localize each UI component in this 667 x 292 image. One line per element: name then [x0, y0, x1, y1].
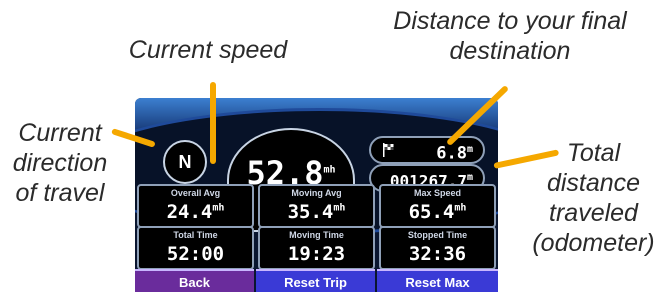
callout-odometer-line4: (odometer) — [532, 229, 655, 257]
back-button[interactable]: Back — [135, 269, 254, 292]
moving-avg-readout: 35.4mh — [260, 201, 373, 223]
moving-time-field: Moving Time 19:23 — [258, 226, 375, 270]
stopped-time-value: 32:36 — [408, 243, 467, 265]
max-speed-value: 65.4 — [408, 201, 455, 223]
max-speed-field: Max Speed 65.4mh — [379, 184, 496, 228]
moving-avg-field: Moving Avg 35.4mh — [258, 184, 375, 228]
overall-avg-unit: mh — [212, 202, 225, 214]
moving-time-value: 19:23 — [287, 243, 346, 265]
overall-avg-label: Overall Avg — [170, 188, 221, 198]
overall-avg-readout: 24.4mh — [139, 201, 252, 223]
callout-direction-line1: Current — [18, 119, 102, 147]
stopped-time-label: Stopped Time — [407, 230, 468, 240]
callout-destination-line1: Distance to your final — [393, 7, 627, 35]
moving-avg-label: Moving Avg — [291, 188, 342, 198]
max-speed-unit: mh — [454, 202, 467, 214]
destination-distance-value: 6.8 — [436, 143, 467, 164]
callout-odometer-line3: traveled — [549, 199, 638, 227]
stopped-time-field: Stopped Time 32:36 — [379, 226, 496, 270]
direction-compass: N — [163, 140, 207, 184]
max-speed-readout: 65.4mh — [381, 201, 494, 223]
callout-direction-line3: of travel — [15, 179, 105, 207]
reset-trip-button[interactable]: Reset Trip — [256, 269, 375, 292]
direction-value: N — [178, 152, 192, 172]
callout-odometer-line2: distance — [546, 169, 641, 197]
destination-readout: 6.8m — [436, 138, 473, 166]
callout-destination: Distance to your final destination — [360, 6, 660, 66]
callout-current-speed: Current speed — [128, 36, 288, 64]
moving-time-label: Moving Time — [289, 230, 344, 240]
total-time-value: 52:00 — [166, 243, 225, 265]
destination-distance-unit: m — [466, 144, 473, 155]
moving-avg-value: 35.4 — [287, 201, 334, 223]
speed-unit: mh — [323, 164, 336, 176]
reset-max-button[interactable]: Reset Max — [377, 269, 498, 292]
callout-destination-line2: destination — [449, 37, 571, 65]
moving-avg-unit: mh — [333, 202, 346, 214]
total-time-field: Total Time 52:00 — [137, 226, 254, 270]
callout-line-speed — [210, 82, 216, 164]
destination-distance-field: 6.8m — [369, 136, 485, 164]
max-speed-label: Max Speed — [413, 188, 462, 198]
callout-direction-line2: direction — [12, 149, 108, 177]
checkered-flag-icon — [383, 143, 394, 157]
overall-avg-value: 24.4 — [166, 201, 213, 223]
total-time-label: Total Time — [173, 230, 218, 240]
trip-computer-screen: N 52.8mh 6.8m 001267.7m Overall Avg 24.4… — [135, 98, 498, 292]
overall-avg-field: Overall Avg 24.4mh — [137, 184, 254, 228]
odometer-unit: m — [466, 172, 473, 183]
callout-direction: Current direction of travel — [0, 118, 120, 208]
